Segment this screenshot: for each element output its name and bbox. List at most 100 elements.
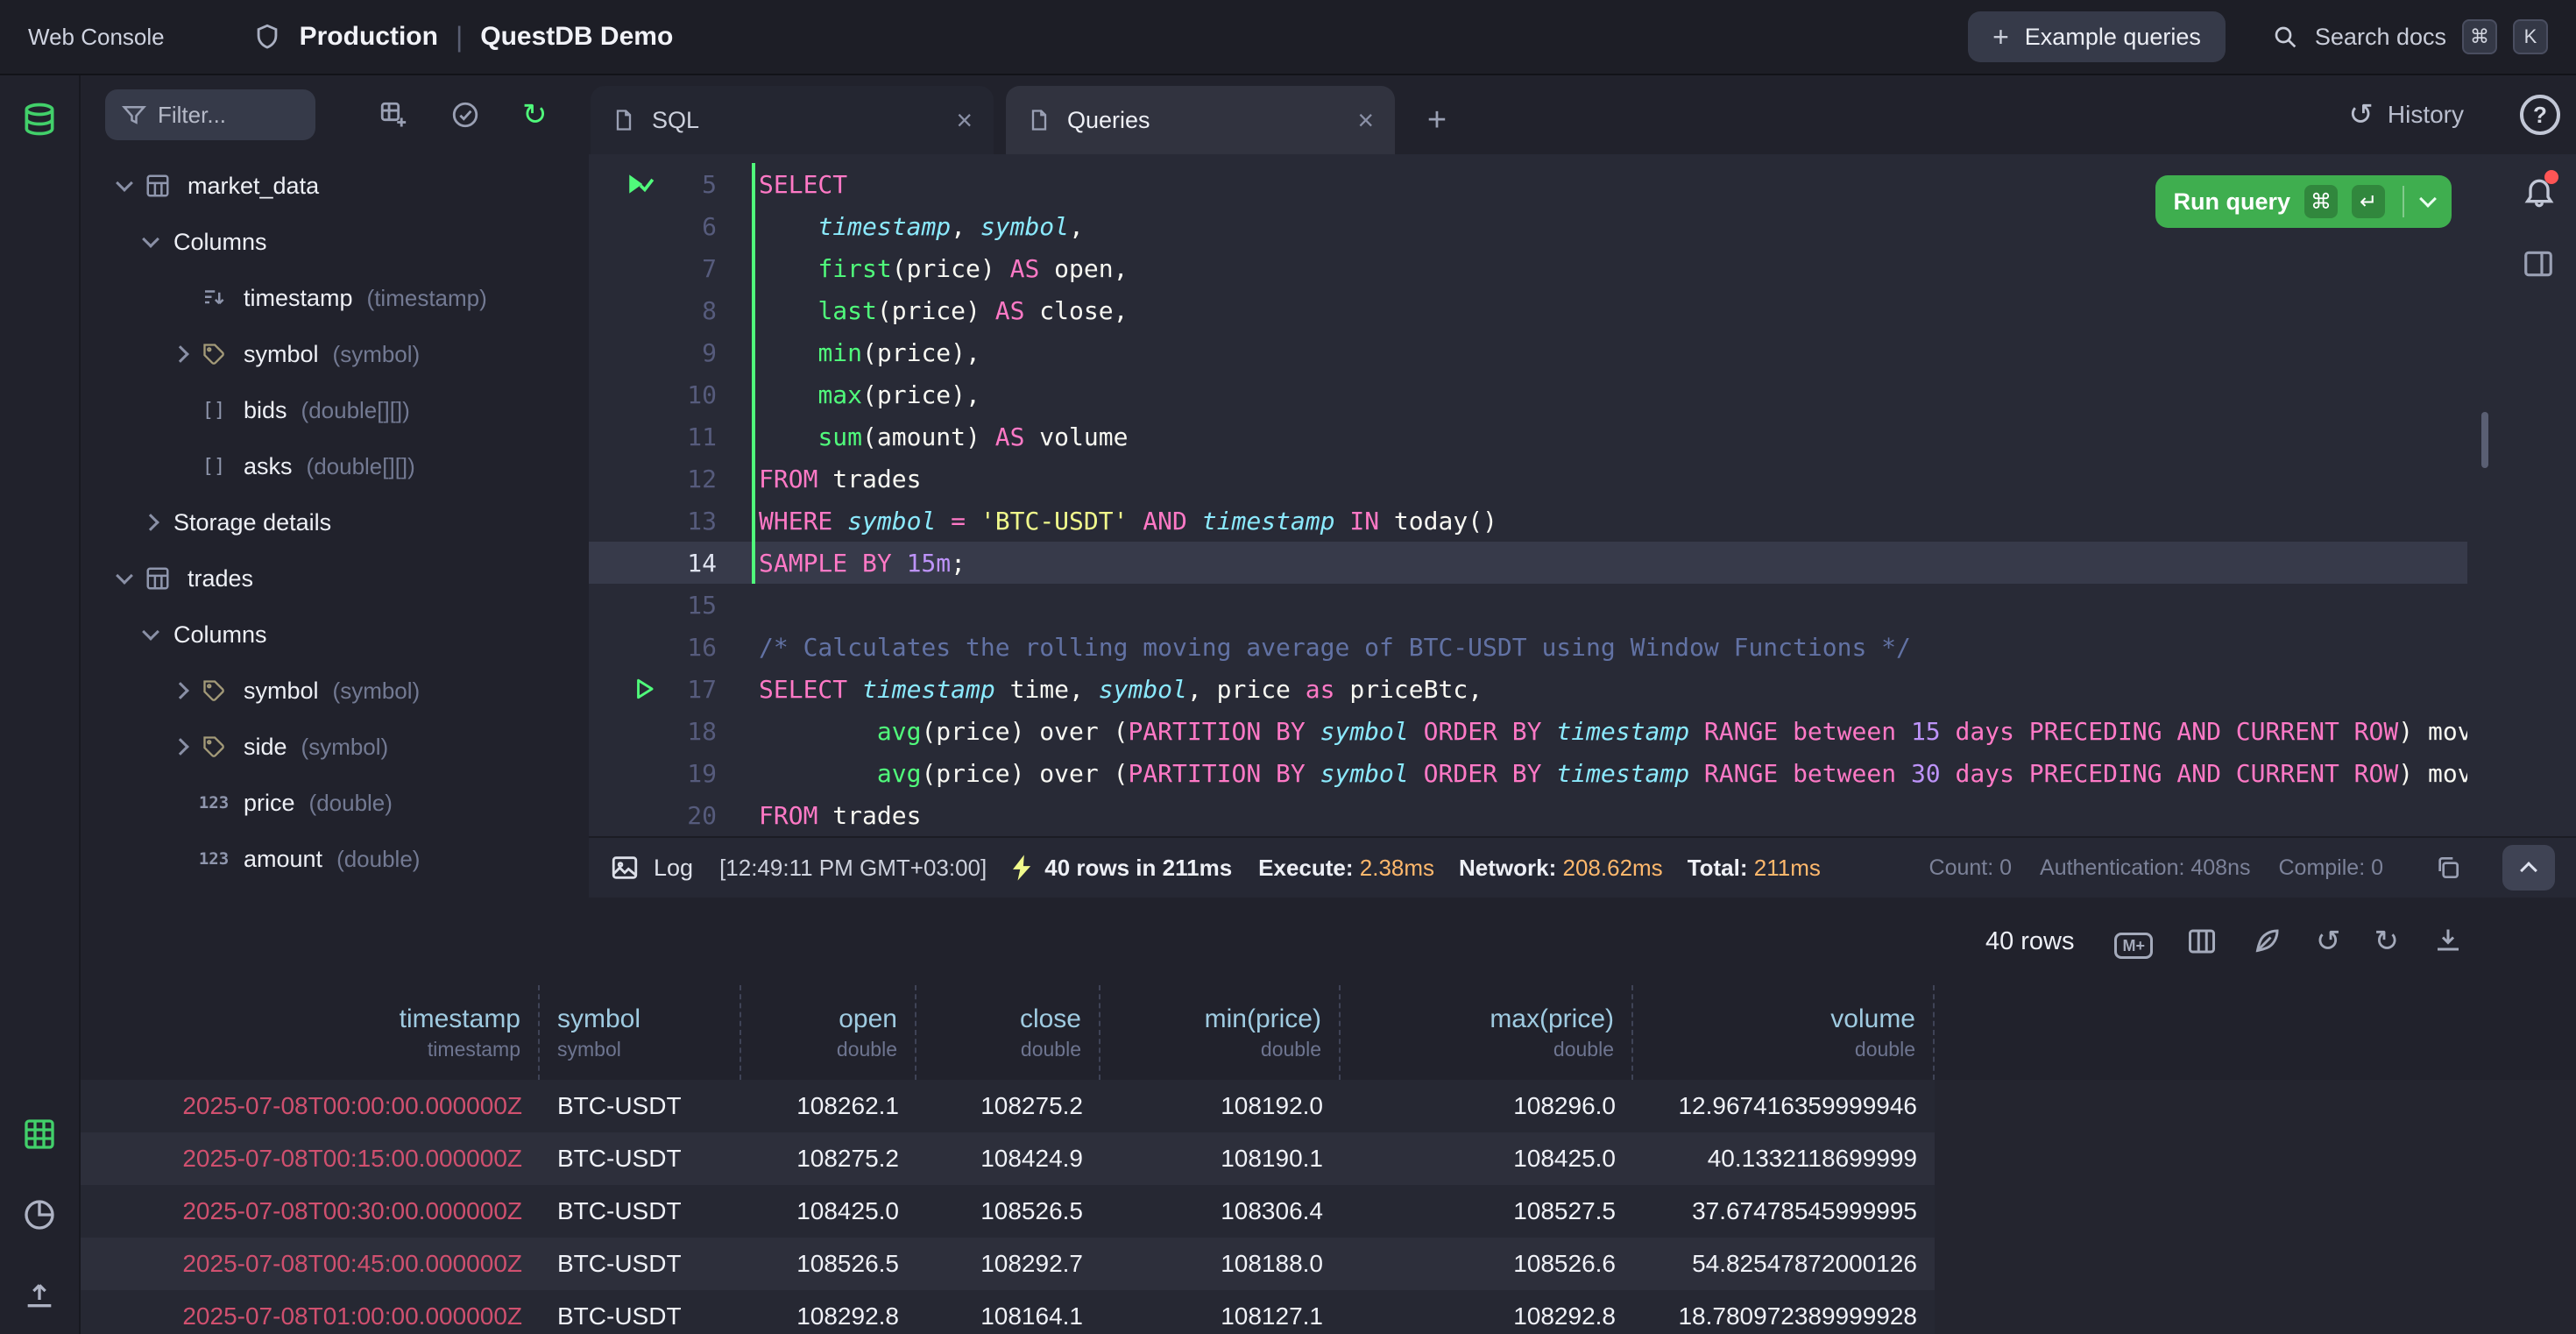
column-header-close[interactable]: closedouble <box>916 985 1100 1080</box>
table-row-0[interactable]: 2025-07-08T00:00:00.000000ZBTC-USDT10826… <box>81 1080 1935 1132</box>
cell[interactable]: BTC-USDT <box>540 1132 741 1185</box>
create-table-icon[interactable] <box>379 100 408 130</box>
example-queries-button[interactable]: + Example queries <box>1968 11 2226 62</box>
cell[interactable]: 108292.8 <box>741 1290 916 1334</box>
cell[interactable]: 108425.0 <box>741 1185 916 1238</box>
cell[interactable]: BTC-USDT <box>540 1290 741 1334</box>
editor-line-18[interactable]: 18 avg(price) over (PARTITION BY symbol … <box>589 710 2467 752</box>
tree-item-columns[interactable]: Columns <box>81 214 589 270</box>
cell[interactable]: 108192.0 <box>1100 1080 1341 1132</box>
chevron-down-icon[interactable] <box>138 238 163 245</box>
editor-line-19[interactable]: 19 avg(price) over (PARTITION BY symbol … <box>589 752 2467 794</box>
editor-line-10[interactable]: 10 max(price), <box>589 373 2467 415</box>
cell[interactable]: 12.967416359999946 <box>1633 1080 1935 1132</box>
tree-item-timestamp[interactable]: timestamp(timestamp) <box>81 270 589 326</box>
editor-scrollbar[interactable] <box>2481 412 2488 468</box>
notifications-bell-icon[interactable] <box>2522 174 2557 209</box>
cell[interactable]: 108188.0 <box>1100 1238 1341 1290</box>
chevron-down-icon[interactable] <box>112 182 137 189</box>
editor-line-14[interactable]: 14SAMPLE BY 15m; <box>589 542 2467 584</box>
m-plus-icon[interactable]: M+ <box>2114 926 2153 958</box>
cell[interactable]: 2025-07-08T01:00:00.000000Z <box>81 1290 540 1334</box>
cell[interactable]: 108190.1 <box>1100 1132 1341 1185</box>
cell[interactable]: 108526.5 <box>916 1185 1100 1238</box>
tree-item-asks[interactable]: []asks(double[][]) <box>81 438 589 494</box>
run-query-button[interactable]: Run query ⌘ ↵ <box>2155 175 2452 228</box>
chevron-right-icon[interactable] <box>168 741 193 753</box>
editor-line-15[interactable]: 15 <box>589 584 2467 626</box>
tree-item-trades[interactable]: trades <box>81 550 589 607</box>
chevron-right-icon[interactable] <box>168 348 193 360</box>
history-button[interactable]: ↺ History <box>2348 75 2464 154</box>
cell[interactable]: 108527.5 <box>1341 1185 1633 1238</box>
cell[interactable]: 108164.1 <box>916 1290 1100 1334</box>
import-icon[interactable] <box>22 1278 57 1313</box>
tree-item-columns[interactable]: Columns <box>81 607 589 663</box>
chevron-down-icon[interactable] <box>138 631 163 638</box>
help-icon[interactable]: ? <box>2520 95 2560 135</box>
cell[interactable]: 54.82547872000126 <box>1633 1238 1935 1290</box>
cell[interactable]: 2025-07-08T00:15:00.000000Z <box>81 1132 540 1185</box>
editor-line-16[interactable]: 16/* Calculates the rolling moving avera… <box>589 626 2467 668</box>
refresh-results-icon[interactable]: ↻ <box>2374 926 2400 956</box>
check-circle-icon[interactable] <box>450 100 480 130</box>
feather-icon[interactable] <box>2251 926 2282 957</box>
editor-line-11[interactable]: 11 sum(amount) AS volume <box>589 415 2467 458</box>
cell[interactable]: BTC-USDT <box>540 1080 741 1132</box>
table-row-3[interactable]: 2025-07-08T00:45:00.000000ZBTC-USDT10852… <box>81 1238 1935 1290</box>
cell[interactable]: 108262.1 <box>741 1080 916 1132</box>
code-editor[interactable]: 5SELECT6 timestamp, symbol,7 first(price… <box>589 154 2576 836</box>
cell[interactable]: 108526.6 <box>1341 1238 1633 1290</box>
tab-sql[interactable]: SQL × <box>591 86 994 154</box>
cell[interactable]: 108526.5 <box>741 1238 916 1290</box>
query-success-icon[interactable] <box>589 172 666 196</box>
column-header-open[interactable]: opendouble <box>741 985 916 1080</box>
grid-view-icon[interactable] <box>22 1117 57 1152</box>
collapse-log-button[interactable] <box>2502 845 2555 891</box>
tab-queries[interactable]: Queries × <box>1006 86 1395 154</box>
cell[interactable]: BTC-USDT <box>540 1185 741 1238</box>
side-panel-toggle-icon[interactable] <box>2522 247 2555 280</box>
editor-line-13[interactable]: 13WHERE symbol = 'BTC-USDT' AND timestam… <box>589 500 2467 542</box>
close-tab-icon[interactable]: × <box>1357 106 1374 134</box>
cell[interactable]: 18.780972389999928 <box>1633 1290 1935 1334</box>
cell[interactable]: 108275.2 <box>916 1080 1100 1132</box>
editor-line-9[interactable]: 9 min(price), <box>589 331 2467 373</box>
column-header-max-price-[interactable]: max(price)double <box>1341 985 1633 1080</box>
cell[interactable]: 2025-07-08T00:30:00.000000Z <box>81 1185 540 1238</box>
cell[interactable]: 108424.9 <box>916 1132 1100 1185</box>
tree-item-timestamp[interactable]: timestamp(timestamp) <box>81 887 589 898</box>
editor-line-7[interactable]: 7 first(price) AS open, <box>589 247 2467 289</box>
cell[interactable]: BTC-USDT <box>540 1238 741 1290</box>
columns-layout-icon[interactable] <box>2186 926 2218 957</box>
tree-item-bids[interactable]: []bids(double[][]) <box>81 382 589 438</box>
search-docs-button[interactable]: Search docs ⌘ K <box>2271 19 2548 54</box>
cell[interactable]: 2025-07-08T00:00:00.000000Z <box>81 1080 540 1132</box>
tree-item-symbol[interactable]: symbol(symbol) <box>81 326 589 382</box>
tree-item-symbol[interactable]: symbol(symbol) <box>81 663 589 719</box>
chevron-down-icon[interactable] <box>112 575 137 582</box>
tree-item-market-data[interactable]: market_data <box>81 158 589 214</box>
editor-line-17[interactable]: 17SELECT timestamp time, symbol, price a… <box>589 668 2467 710</box>
chevron-right-icon[interactable] <box>138 516 163 529</box>
new-tab-button[interactable]: + <box>1407 86 1467 154</box>
download-icon[interactable] <box>2432 926 2464 957</box>
cell[interactable]: 2025-07-08T00:45:00.000000Z <box>81 1238 540 1290</box>
tree-item-amount[interactable]: 123amount(double) <box>81 831 589 887</box>
tree-item-storage-details[interactable]: Storage details <box>81 494 589 550</box>
tree-item-side[interactable]: side(symbol) <box>81 719 589 775</box>
close-tab-icon[interactable]: × <box>956 106 973 134</box>
chevron-right-icon[interactable] <box>168 685 193 697</box>
jump-to-latest-icon[interactable]: ↺ <box>2316 926 2341 956</box>
cell[interactable]: 108296.0 <box>1341 1080 1633 1132</box>
column-header-volume[interactable]: volumedouble <box>1633 985 1935 1080</box>
column-header-min-price-[interactable]: min(price)double <box>1100 985 1341 1080</box>
column-header-timestamp[interactable]: timestamptimestamp <box>81 985 540 1080</box>
cell[interactable]: 108425.0 <box>1341 1132 1633 1185</box>
questdb-logo-icon[interactable] <box>20 100 59 138</box>
table-row-4[interactable]: 2025-07-08T01:00:00.000000ZBTC-USDT10829… <box>81 1290 1935 1334</box>
cell[interactable]: 40.1332118699999 <box>1633 1132 1935 1185</box>
tree-item-price[interactable]: 123price(double) <box>81 775 589 831</box>
copy-log-icon[interactable] <box>2434 854 2462 882</box>
run-query-icon[interactable] <box>589 677 666 701</box>
